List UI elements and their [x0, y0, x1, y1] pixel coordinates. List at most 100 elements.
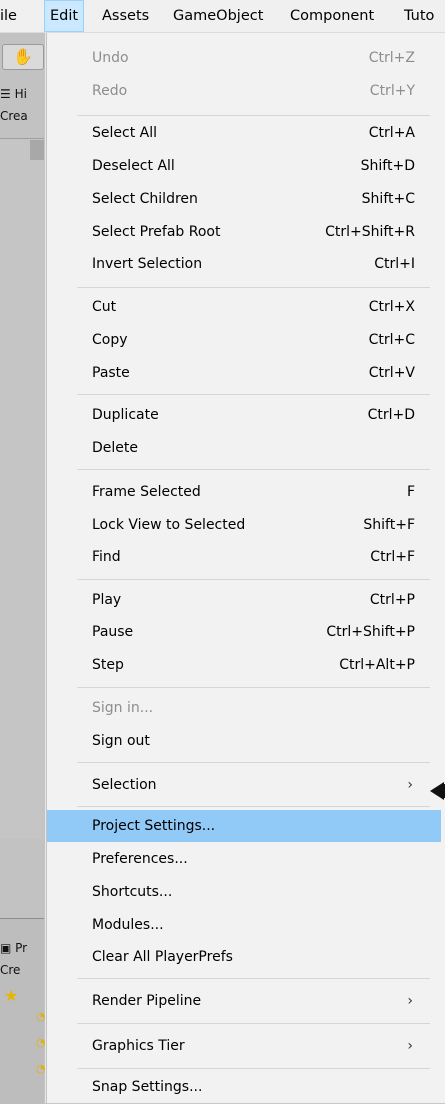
chevron-right-icon: ›: [407, 777, 413, 793]
menu-item-shortcut: Ctrl+A: [368, 125, 415, 141]
menu-item-project-settings[interactable]: Project Settings...: [47, 810, 441, 842]
menu-item-label: Copy: [92, 332, 128, 348]
menu-item-frame-selected[interactable]: Frame Selected F: [47, 476, 419, 508]
menu-item-shortcut: Ctrl+Shift+P: [326, 624, 415, 640]
menu-item-label: Redo: [92, 83, 128, 99]
menu-item-label: Lock View to Selected: [92, 517, 246, 533]
menu-item-step[interactable]: Step Ctrl+Alt+P: [47, 649, 419, 681]
menu-separator: [77, 287, 430, 288]
chevron-right-icon: ›: [407, 993, 413, 1009]
menu-item-play[interactable]: Play Ctrl+P: [47, 584, 419, 616]
menu-separator: [77, 1068, 430, 1069]
menu-edit[interactable]: Edit: [44, 0, 85, 32]
menu-item-label: Duplicate: [92, 407, 159, 423]
menu-item-pause[interactable]: Pause Ctrl+Shift+P: [47, 616, 419, 648]
menu-item-label: Sign out: [92, 733, 150, 749]
menu-tutorials[interactable]: Tuto: [404, 0, 434, 32]
menu-gameobject[interactable]: GameObject: [173, 0, 263, 32]
project-create-dropdown[interactable]: Cre: [0, 960, 44, 980]
menu-item-label: Play: [92, 592, 122, 608]
menu-item-label: Select Prefab Root: [92, 224, 221, 240]
menu-item-label: Delete: [92, 440, 138, 456]
menu-item-label: Modules...: [92, 917, 164, 933]
menu-item-undo[interactable]: Undo Ctrl+Z: [47, 42, 419, 74]
menu-item-shortcut: Ctrl+P: [369, 592, 415, 608]
menu-item-label: Frame Selected: [92, 484, 201, 500]
menu-item-label: Deselect All: [92, 158, 175, 174]
menu-item-paste[interactable]: Paste Ctrl+V: [47, 357, 419, 389]
menu-separator: [77, 806, 430, 807]
menu-item-label: Clear All PlayerPrefs: [92, 949, 233, 965]
menu-item-selection[interactable]: Selection ›: [47, 769, 419, 801]
menu-item-shortcut: Shift+D: [360, 158, 415, 174]
menu-item-label: Selection: [92, 777, 157, 793]
menu-separator: [77, 579, 430, 580]
menu-separator: [77, 978, 430, 979]
project-tab[interactable]: ▣ Pr: [0, 938, 44, 958]
menu-item-cut[interactable]: Cut Ctrl+X: [47, 291, 419, 323]
menu-item-shortcut: Ctrl+Shift+R: [325, 224, 415, 240]
menu-item-shortcut: Ctrl+F: [370, 549, 415, 565]
hierarchy-list: [0, 138, 44, 839]
menu-separator: [77, 115, 430, 116]
menu-item-shortcut: Ctrl+Alt+P: [339, 657, 415, 673]
menu-item-label: Render Pipeline: [92, 993, 202, 1009]
menu-item-duplicate[interactable]: Duplicate Ctrl+D: [47, 399, 419, 431]
menu-item-shortcut: F: [406, 484, 415, 500]
menu-item-label: Find: [92, 549, 121, 565]
menu-item-render-pipeline[interactable]: Render Pipeline ›: [47, 985, 419, 1017]
menu-file[interactable]: ile: [0, 0, 17, 32]
menu-item-shortcut: Ctrl+X: [368, 299, 415, 315]
menu-item-graphics-tier[interactable]: Graphics Tier ›: [47, 1030, 419, 1062]
menu-item-shortcut: Ctrl+I: [374, 256, 415, 272]
menu-item-invert-selection[interactable]: Invert Selection Ctrl+I: [47, 248, 419, 280]
menu-item-label: Shortcuts...: [92, 884, 173, 900]
hierarchy-scroll-handle[interactable]: [30, 140, 44, 160]
menu-item-copy[interactable]: Copy Ctrl+C: [47, 324, 419, 356]
menu-item-snap-settings[interactable]: Snap Settings...: [47, 1071, 419, 1103]
menu-item-redo[interactable]: Redo Ctrl+Y: [47, 75, 419, 107]
edit-dropdown-menu: Undo Ctrl+Z Redo Ctrl+Y Select All Ctrl+…: [46, 33, 445, 1103]
menu-item-deselect-all[interactable]: Deselect All Shift+D: [47, 150, 419, 182]
menu-item-shortcut: Shift+F: [363, 517, 415, 533]
menu-item-shortcut: Ctrl+D: [367, 407, 415, 423]
menu-component[interactable]: Component: [290, 0, 374, 32]
menu-item-shortcut: Ctrl+V: [368, 365, 415, 381]
menu-item-sign-out[interactable]: Sign out: [47, 725, 419, 757]
menu-item-find[interactable]: Find Ctrl+F: [47, 541, 419, 573]
menu-item-preferences[interactable]: Preferences...: [47, 843, 419, 875]
search-item-icon: ◔: [36, 1036, 46, 1049]
menu-item-delete[interactable]: Delete: [47, 432, 419, 464]
menu-item-shortcut: Shift+C: [361, 191, 415, 207]
menu-item-select-prefab-root[interactable]: Select Prefab Root Ctrl+Shift+R: [47, 216, 419, 248]
menu-item-label: Snap Settings...: [92, 1079, 203, 1095]
menu-item-label: Step: [92, 657, 124, 673]
hierarchy-tab[interactable]: ☰ Hi: [0, 84, 44, 104]
menu-item-select-all[interactable]: Select All Ctrl+A: [47, 117, 419, 149]
hand-tool-icon[interactable]: ✋: [2, 44, 44, 70]
menu-item-label: Undo: [92, 50, 129, 66]
menu-item-clear-playerprefs[interactable]: Clear All PlayerPrefs: [47, 941, 419, 973]
menu-item-label: Cut: [92, 299, 117, 315]
menu-item-sign-in[interactable]: Sign in...: [47, 692, 419, 724]
menu-separator: [77, 394, 430, 395]
menu-assets[interactable]: Assets: [102, 0, 149, 32]
chevron-right-icon: ›: [407, 1038, 413, 1054]
menu-item-label: Graphics Tier: [92, 1038, 185, 1054]
menu-item-shortcut: Ctrl+Z: [368, 50, 415, 66]
menu-item-label: Pause: [92, 624, 134, 640]
search-item-icon: ◔: [36, 1010, 46, 1023]
menu-item-label: Preferences...: [92, 851, 188, 867]
menu-item-select-children[interactable]: Select Children Shift+C: [47, 183, 419, 215]
menu-item-lock-view[interactable]: Lock View to Selected Shift+F: [47, 509, 419, 541]
menu-item-modules[interactable]: Modules...: [47, 909, 419, 941]
menu-item-label: Select Children: [92, 191, 198, 207]
menu-item-shortcut: Ctrl+C: [368, 332, 415, 348]
create-dropdown[interactable]: Crea: [0, 106, 44, 126]
menu-bar: ile Edit Assets GameObject Component Tut…: [0, 0, 445, 33]
menu-item-shortcut: Ctrl+Y: [369, 83, 415, 99]
menu-item-label: Select All: [92, 125, 157, 141]
menu-item-shortcuts[interactable]: Shortcuts...: [47, 876, 419, 908]
menu-item-label: Project Settings...: [92, 818, 216, 834]
menu-item-label: Invert Selection: [92, 256, 203, 272]
